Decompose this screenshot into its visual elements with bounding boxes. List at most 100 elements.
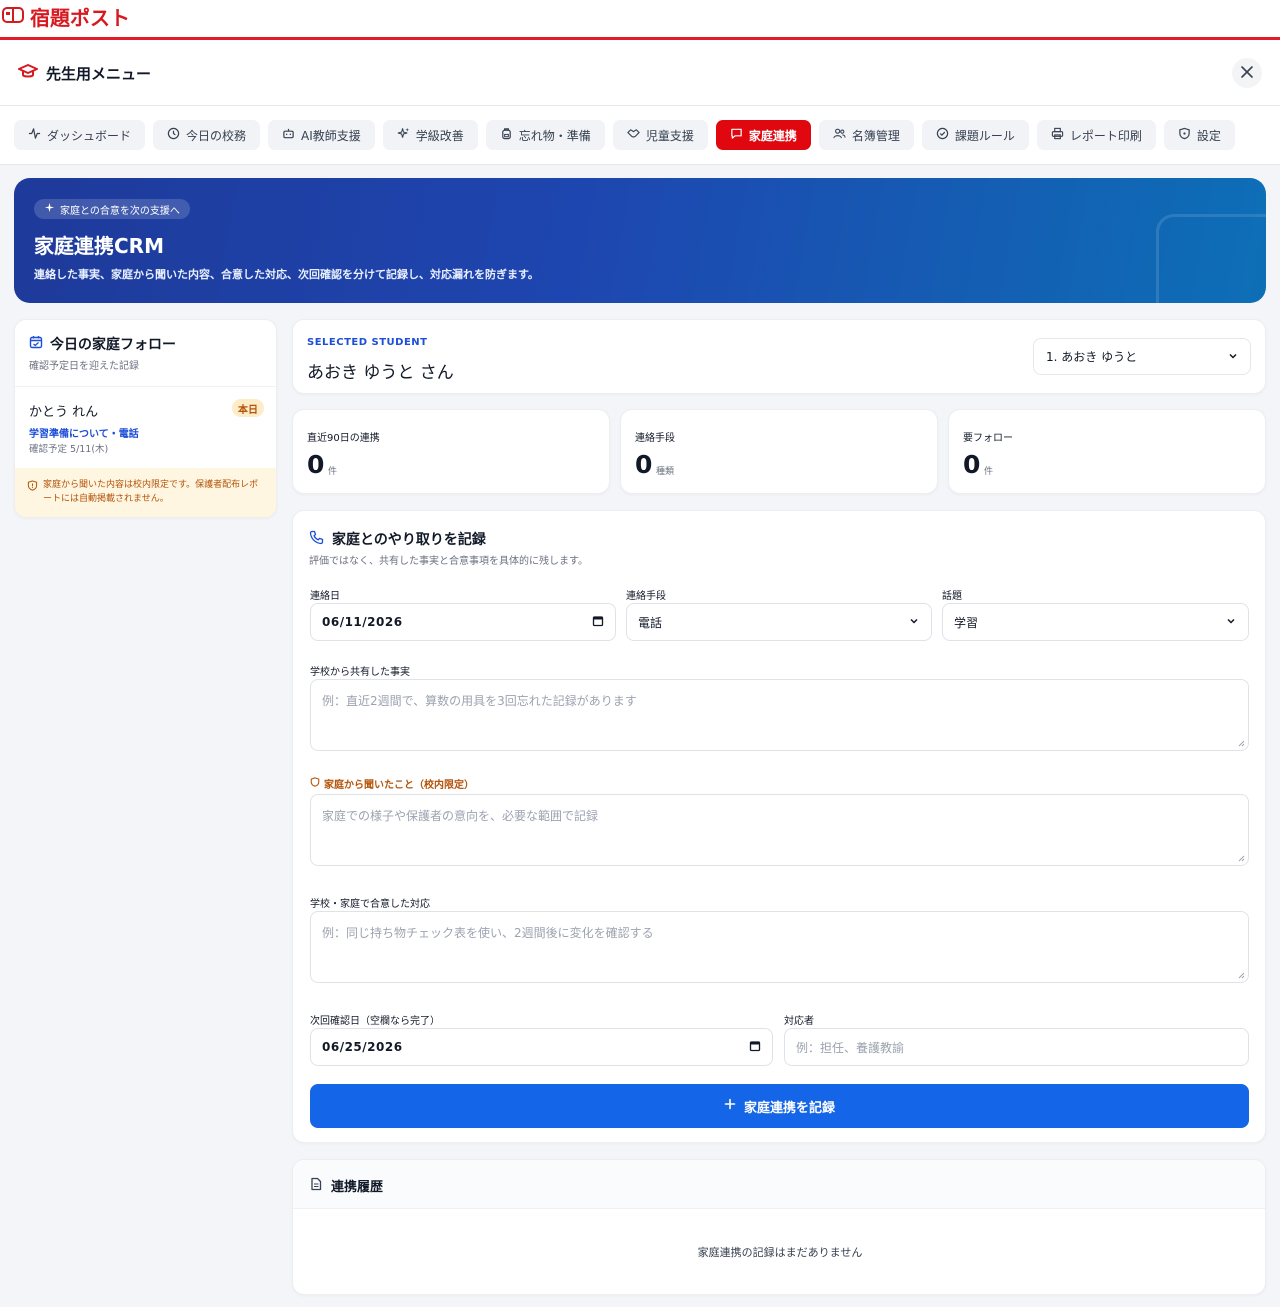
stat-unit: 件: [328, 467, 338, 477]
activity-icon: [28, 127, 41, 143]
nav-tab[interactable]: ダッシュボード: [14, 120, 146, 150]
nav-tab-label: 児童支援: [645, 128, 694, 143]
followup-title-text: 今日の家庭フォロー: [50, 337, 176, 353]
document-icon: [309, 1177, 323, 1195]
resize-grip-icon[interactable]: [1238, 855, 1245, 862]
mailbox-icon: [2, 5, 24, 29]
hero-pill-text: 家庭との合意を次の支援へ: [60, 205, 180, 217]
brand-name: 宿題ポスト: [30, 6, 130, 30]
fact-label: 学校から共有した事実: [310, 667, 410, 678]
hero-title: 家庭連携CRM: [34, 234, 164, 258]
calendar-icon[interactable]: [592, 615, 604, 630]
nav-tab[interactable]: レポート印刷: [1036, 120, 1156, 150]
record-submit-button[interactable]: 家庭連携を記録: [310, 1084, 1249, 1128]
next-check-date-value: 06/25/2026: [322, 1040, 403, 1054]
heard-label: 家庭から聞いたこと（校内限定）: [310, 776, 474, 791]
history-card: 連携履歴 家庭連携の記録はまだありません: [292, 1159, 1266, 1295]
history-empty-message: 家庭連携の記録はまだありません: [697, 1246, 863, 1259]
topic-select[interactable]: 学習: [942, 603, 1249, 641]
student-select-value: 1. あおき ゆうと: [1046, 350, 1138, 364]
plus-icon: [724, 1098, 736, 1114]
owner-placeholder: 例：担任、養護教諭: [796, 1040, 905, 1055]
nav-bar: ダッシュボード 今日の校務 AI教師支援 学級改善 忘れ物・準備 児童支援 家庭連携 名簿管理…: [0, 106, 1280, 165]
fact-placeholder: 例：直近2週間で、算数の用具を3回忘れた記録があります: [322, 694, 637, 708]
stat-label: 連絡手段: [635, 433, 675, 444]
chevron-down-icon: [908, 615, 920, 630]
contact-method-value: 電話: [638, 615, 663, 630]
nav-tab[interactable]: AI教師支援: [268, 120, 375, 150]
nav-tab[interactable]: 学級改善: [382, 120, 478, 150]
message-icon: [730, 127, 743, 143]
nav-tab[interactable]: 設定: [1163, 120, 1235, 150]
chevron-down-icon: [1225, 615, 1237, 630]
nav-tab[interactable]: 家庭連携: [715, 120, 811, 150]
followup-title: 今日の家庭フォロー: [29, 334, 176, 354]
check-circle-icon: [936, 127, 949, 143]
contact-method-select[interactable]: 電話: [626, 603, 932, 641]
clock-icon: [167, 127, 180, 143]
stat-unit: 種類: [656, 467, 675, 477]
sparkles-icon: [397, 127, 410, 143]
nav-tab-label: 家庭連携: [748, 128, 797, 143]
users-icon: [833, 127, 846, 143]
followup-topic: 学習準備について・電話: [29, 429, 139, 440]
nav-tab-label: ダッシュボード: [47, 128, 132, 143]
selected-student-card: SELECTED STUDENT あおき ゆうと さん 1. あおき ゆうと: [292, 319, 1266, 394]
followup-due-date: 確認予定 5/11(木): [29, 444, 109, 455]
nav-tab-label: 課題ルール: [954, 128, 1015, 143]
nav-tab-label: 設定: [1196, 128, 1221, 143]
followup-student-name: かとう れん: [29, 405, 99, 420]
nav-tab-label: 今日の校務: [186, 128, 247, 143]
nav-tab[interactable]: 児童支援: [612, 120, 708, 150]
followup-card: 今日の家庭フォロー 確認予定日を迎えた記録 かとう れん 本日 学習準備について…: [14, 319, 277, 518]
close-button[interactable]: [1232, 58, 1262, 88]
nav-tab[interactable]: 忘れ物・準備: [485, 120, 605, 150]
shield-icon: [310, 777, 320, 790]
resize-grip-icon[interactable]: [1238, 740, 1245, 747]
menu-title-text: 先生用メニュー: [46, 64, 152, 83]
history-title: 連携履歴: [309, 1176, 383, 1195]
followup-subtitle: 確認予定日を迎えた記録: [29, 361, 139, 372]
hero-pill: 家庭との合意を次の支援へ: [34, 199, 190, 219]
brand[interactable]: 宿題ポスト: [2, 2, 130, 31]
student-select[interactable]: 1. あおき ゆうと: [1033, 338, 1251, 375]
followup-item[interactable]: かとう れん 本日 学習準備について・電話 確認予定 5/11(木): [15, 386, 276, 466]
contact-date-input[interactable]: 06/11/2026: [310, 603, 616, 641]
topic-label: 話題: [942, 591, 962, 602]
menu-header: 先生用メニュー: [0, 40, 1280, 106]
next-check-label: 次回確認日（空欄なら完了）: [310, 1016, 440, 1027]
stat-unit: 件: [984, 467, 994, 477]
nav-tab[interactable]: 今日の校務: [153, 120, 261, 150]
sparkles-icon: [44, 202, 55, 216]
phone-icon: [309, 530, 324, 549]
record-form-card: 家庭とのやり取りを記録 評価ではなく、共有した事実と合意事項を具体的に残します。…: [292, 510, 1266, 1143]
form-title: 家庭とのやり取りを記録: [309, 529, 486, 549]
printer-icon: [1051, 127, 1064, 143]
next-check-date-input[interactable]: 06/25/2026: [310, 1028, 773, 1066]
history-title-text: 連携履歴: [331, 1180, 384, 1195]
selected-student-label: SELECTED STUDENT: [307, 337, 428, 348]
nav-tab[interactable]: 名簿管理: [818, 120, 914, 150]
owner-input[interactable]: 例：担任、養護教諭: [784, 1028, 1249, 1066]
graduation-cap-icon: [18, 62, 38, 84]
nav-tab[interactable]: 課題ルール: [921, 120, 1029, 150]
form-subtitle: 評価ではなく、共有した事実と合意事項を具体的に残します。: [309, 556, 588, 567]
nav-tab-label: 名簿管理: [851, 128, 900, 143]
calendar-icon[interactable]: [749, 1040, 761, 1055]
nav-tab-label: AI教師支援: [301, 128, 361, 143]
heard-label-text: 家庭から聞いたこと（校内限定）: [324, 780, 474, 791]
nav-tab-label: 学級改善: [415, 128, 464, 143]
handshake-icon: [627, 127, 640, 143]
backpack-icon: [500, 127, 513, 143]
resize-grip-icon[interactable]: [1238, 972, 1245, 979]
heard-textarea[interactable]: 家庭での様子や保護者の意向を、必要な範囲で記録: [310, 794, 1249, 866]
close-icon: [1240, 64, 1254, 83]
chevron-down-icon: [1228, 350, 1238, 364]
nav-row: ダッシュボード 今日の校務 AI教師支援 学級改善 忘れ物・準備 児童支援 家庭連携 名簿管理…: [14, 120, 1235, 150]
bot-icon: [282, 127, 295, 143]
hero-description: 連絡した事実、家庭から聞いた内容、合意した対応、次回確認を分けて記録し、対応漏れ…: [34, 268, 539, 281]
fact-textarea[interactable]: 例：直近2週間で、算数の用具を3回忘れた記録があります: [310, 679, 1249, 751]
stat-label: 要フォロー: [963, 433, 1013, 444]
nav-tab-label: レポート印刷: [1069, 128, 1142, 143]
agreed-textarea[interactable]: 例：同じ持ち物チェック表を使い、2週間後に変化を確認する: [310, 911, 1249, 983]
